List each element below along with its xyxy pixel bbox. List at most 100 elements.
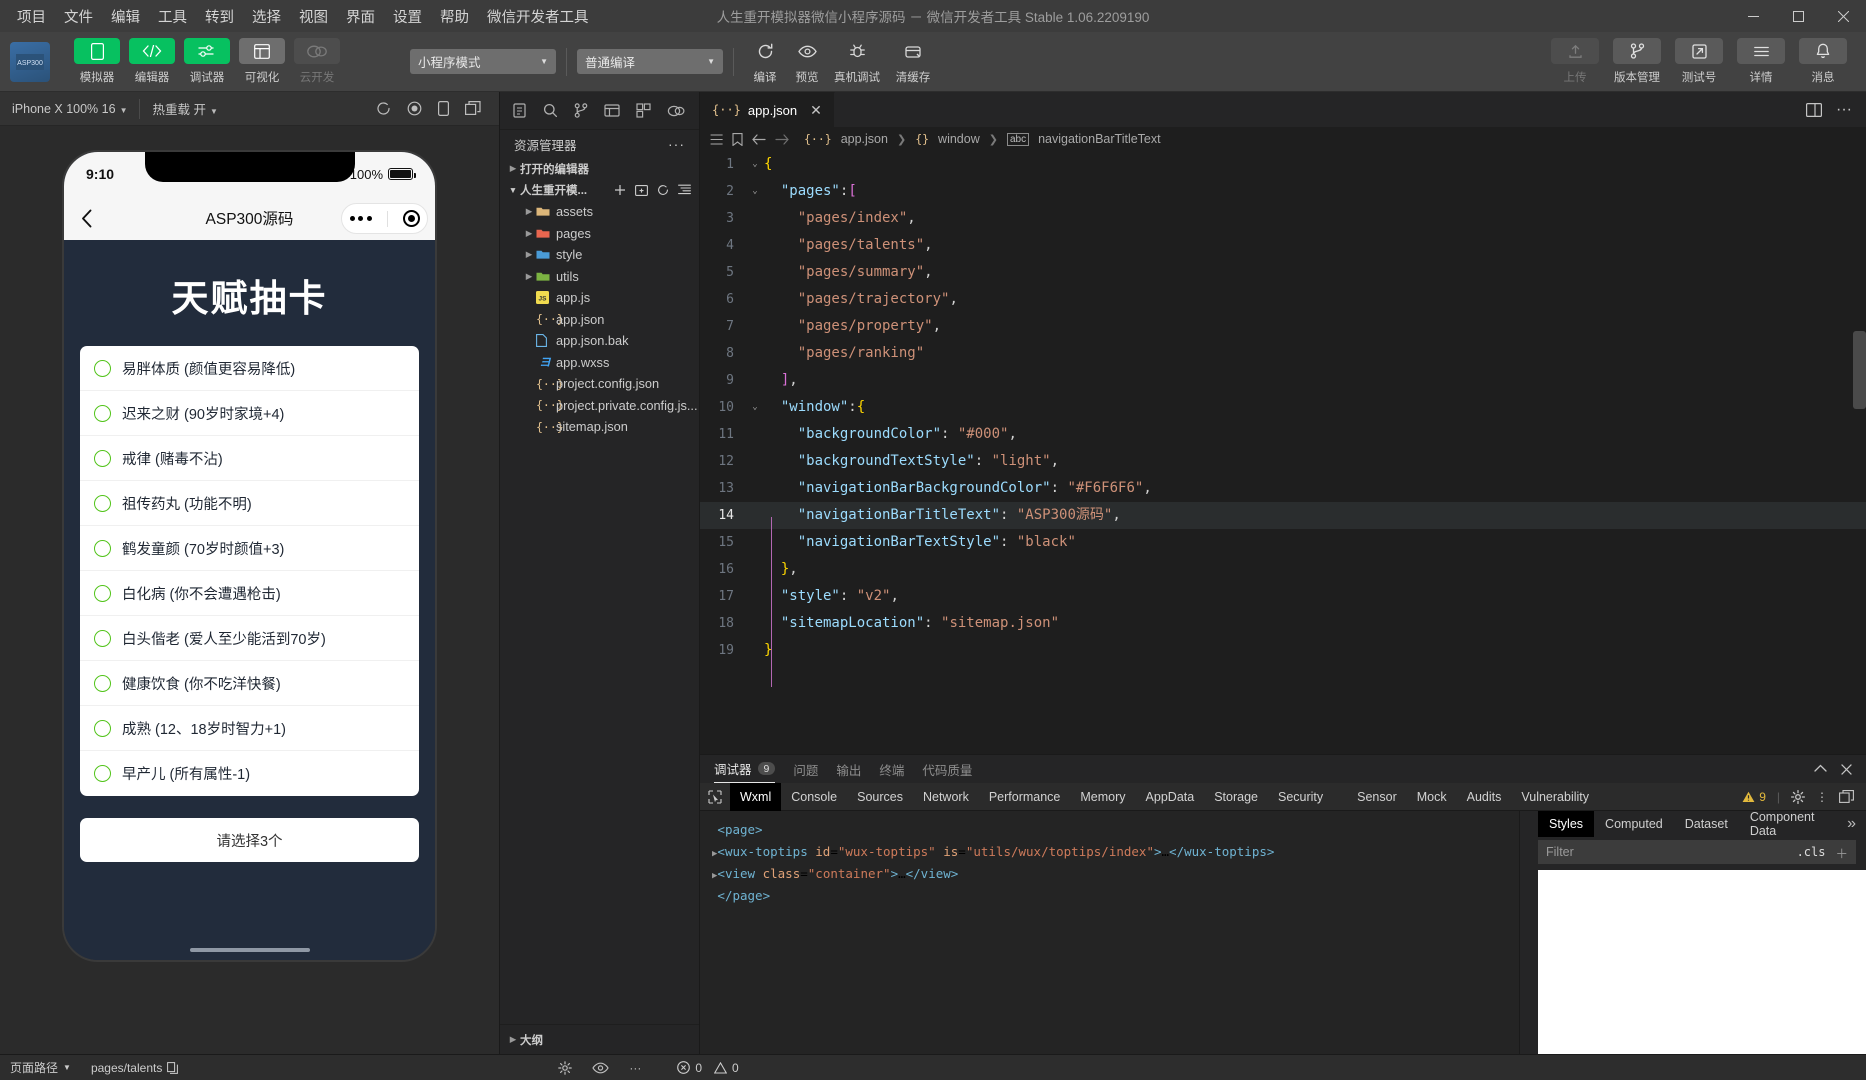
code-line[interactable]: 6 "pages/trajectory", [700,286,1866,313]
details-button[interactable]: 详情 [1734,38,1788,85]
nav-forward-icon[interactable] [775,134,789,145]
tree-item-sitemap-json[interactable]: {··} sitemap.json [500,416,699,438]
breadcrumb-file[interactable]: app.json [841,132,888,146]
rotate-icon[interactable] [438,101,449,116]
add-rule-icon[interactable]: ＋ [1835,843,1848,862]
tree-item-app-js[interactable]: JS app.js [500,287,699,309]
tree-item-pages[interactable]: ▶ pages [500,223,699,245]
menu-item-settings[interactable]: 设置 [384,2,431,31]
clear-cache-button[interactable]: 清缓存 [886,39,940,85]
nav-back-icon[interactable] [752,134,766,145]
copy-icon[interactable] [167,1062,178,1074]
styles-tab-component-data[interactable]: Component Data [1739,811,1847,837]
devtools-tab-sensor[interactable]: Sensor [1347,783,1407,811]
status-diagnostics[interactable]: 0 0 [677,1055,738,1080]
editor-tab-app-json[interactable]: {··} app.json ✕ [700,92,835,127]
compile-button[interactable]: 编译 [744,39,786,85]
submit-button[interactable]: 请选择3个 [80,818,419,862]
editor-scrollbar[interactable] [1853,331,1866,409]
radio-icon[interactable] [94,675,111,692]
menu-item-goto[interactable]: 转到 [196,2,243,31]
devtools-tab-mock[interactable]: Mock [1407,783,1457,811]
code-line[interactable]: 1⌄{ [700,151,1866,178]
list-item[interactable]: 迟来之财 (90岁时家境+4) [80,391,419,436]
devtools-tab-memory[interactable]: Memory [1070,783,1135,811]
list-item[interactable]: 早产儿 (所有属性-1) [80,751,419,796]
tree-item-app-wxss[interactable]: ヨ app.wxss [500,352,699,374]
add-folder-icon[interactable] [635,184,648,196]
devtools-tab-security[interactable]: Security [1268,783,1333,811]
list-item[interactable]: 白化病 (你不会遭遇枪击) [80,571,419,616]
code-line[interactable]: 11 "backgroundColor": "#000", [700,421,1866,448]
radio-icon[interactable] [94,495,111,512]
menu-item-select[interactable]: 选择 [243,2,290,31]
panel-tab-debugger[interactable]: 调试器 9 [714,755,775,783]
breadcrumb-toggle-icon[interactable] [710,134,723,145]
code-line[interactable]: 9 ], [700,367,1866,394]
dock-icon[interactable] [1839,790,1854,803]
menu-item-project[interactable]: 项目 [8,2,55,31]
code-line[interactable]: 12 "backgroundTextStyle": "light", [700,448,1866,475]
code-line[interactable]: 13 "navigationBarBackgroundColor": "#F6F… [700,475,1866,502]
cls-toggle[interactable]: .cls [1797,845,1826,859]
source-control-icon[interactable] [574,103,588,118]
close-icon[interactable]: ✕ [810,102,822,119]
radio-icon[interactable] [94,450,111,467]
devtools-tab-performance[interactable]: Performance [979,783,1071,811]
styles-rules-area[interactable] [1538,870,1866,1054]
compile-select[interactable]: 普通编译 ▼ [577,49,723,74]
toolbar-simulator-toggle[interactable]: 模拟器 [74,38,120,85]
explorer-more-icon[interactable]: ··· [668,136,685,152]
menu-item-interface[interactable]: 界面 [337,2,384,31]
warning-badge[interactable]: 9 [1742,790,1766,804]
devtools-tab-audits[interactable]: Audits [1457,783,1512,811]
code-line[interactable]: 14 "navigationBarTitleText": "ASP300源码", [700,502,1866,529]
radio-icon[interactable] [94,765,111,782]
tree-item-style[interactable]: ▶ style [500,244,699,266]
radio-icon[interactable] [94,405,111,422]
devtools-tab-vulnerability[interactable]: Vulnerability [1511,783,1599,811]
code-line[interactable]: 8 "pages/ranking" [700,340,1866,367]
panel-tab-code-quality[interactable]: 代码质量 [922,755,972,783]
fold-icon[interactable]: ⌄ [746,151,764,178]
settings-icon[interactable] [558,1061,572,1075]
open-editors-section[interactable]: ▶ 打开的编辑器 [500,158,699,180]
list-item[interactable]: 健康饮食 (你不吃洋快餐) [80,661,419,706]
menu-item-edit[interactable]: 编辑 [102,2,149,31]
messages-button[interactable]: 消息 [1796,38,1850,85]
radio-icon[interactable] [94,360,111,377]
tree-item-utils[interactable]: ▶ utils [500,266,699,288]
styles-tab-dataset[interactable]: Dataset [1674,811,1739,837]
wxml-dom-tree[interactable]: ▶<page>▶<wux-toptips id="wux-toptips" is… [700,811,1520,1054]
hot-reload-select[interactable]: 热重载 开▼ [140,99,229,118]
refresh-icon[interactable] [657,184,669,196]
fold-icon[interactable]: ⌄ [746,178,764,205]
version-manage-button[interactable]: 版本管理 [1610,38,1664,85]
page-path-value-group[interactable]: pages/talents [81,1055,188,1080]
menu-item-file[interactable]: 文件 [55,2,102,31]
record-icon[interactable] [407,101,422,116]
minimize-icon[interactable] [1731,0,1776,32]
layers-icon[interactable] [604,103,620,118]
menu-item-devtools[interactable]: 微信开发者工具 [478,2,598,31]
code-line[interactable]: 7 "pages/property", [700,313,1866,340]
styles-tab-styles[interactable]: Styles [1538,811,1594,837]
list-item[interactable]: 成熟 (12、18岁时智力+1) [80,706,419,751]
split-editor-icon[interactable] [1806,103,1822,117]
gear-icon[interactable] [1791,790,1805,804]
refresh-icon[interactable] [376,101,391,116]
status-more-icon[interactable]: ··· [629,1061,641,1075]
tree-item-app-json[interactable]: {··} app.json [500,309,699,331]
multi-window-icon[interactable] [465,101,481,116]
kebab-menu-icon[interactable]: ⋮ [1816,790,1828,804]
maximize-icon[interactable] [1776,0,1821,32]
device-select[interactable]: iPhone X 100% 16▼ [0,102,139,116]
eye-icon[interactable] [592,1062,609,1074]
code-line[interactable]: 19} [700,637,1866,664]
dom-line[interactable]: ▶</page> [712,886,1507,908]
devtools-tab-sources[interactable]: Sources [847,783,913,811]
list-item[interactable]: 白头偕老 (爱人至少能活到70岁) [80,616,419,661]
panel-tab-problems[interactable]: 问题 [793,755,818,783]
tree-item-app-json-bak[interactable]: app.json.bak [500,330,699,352]
menu-item-view[interactable]: 视图 [290,2,337,31]
